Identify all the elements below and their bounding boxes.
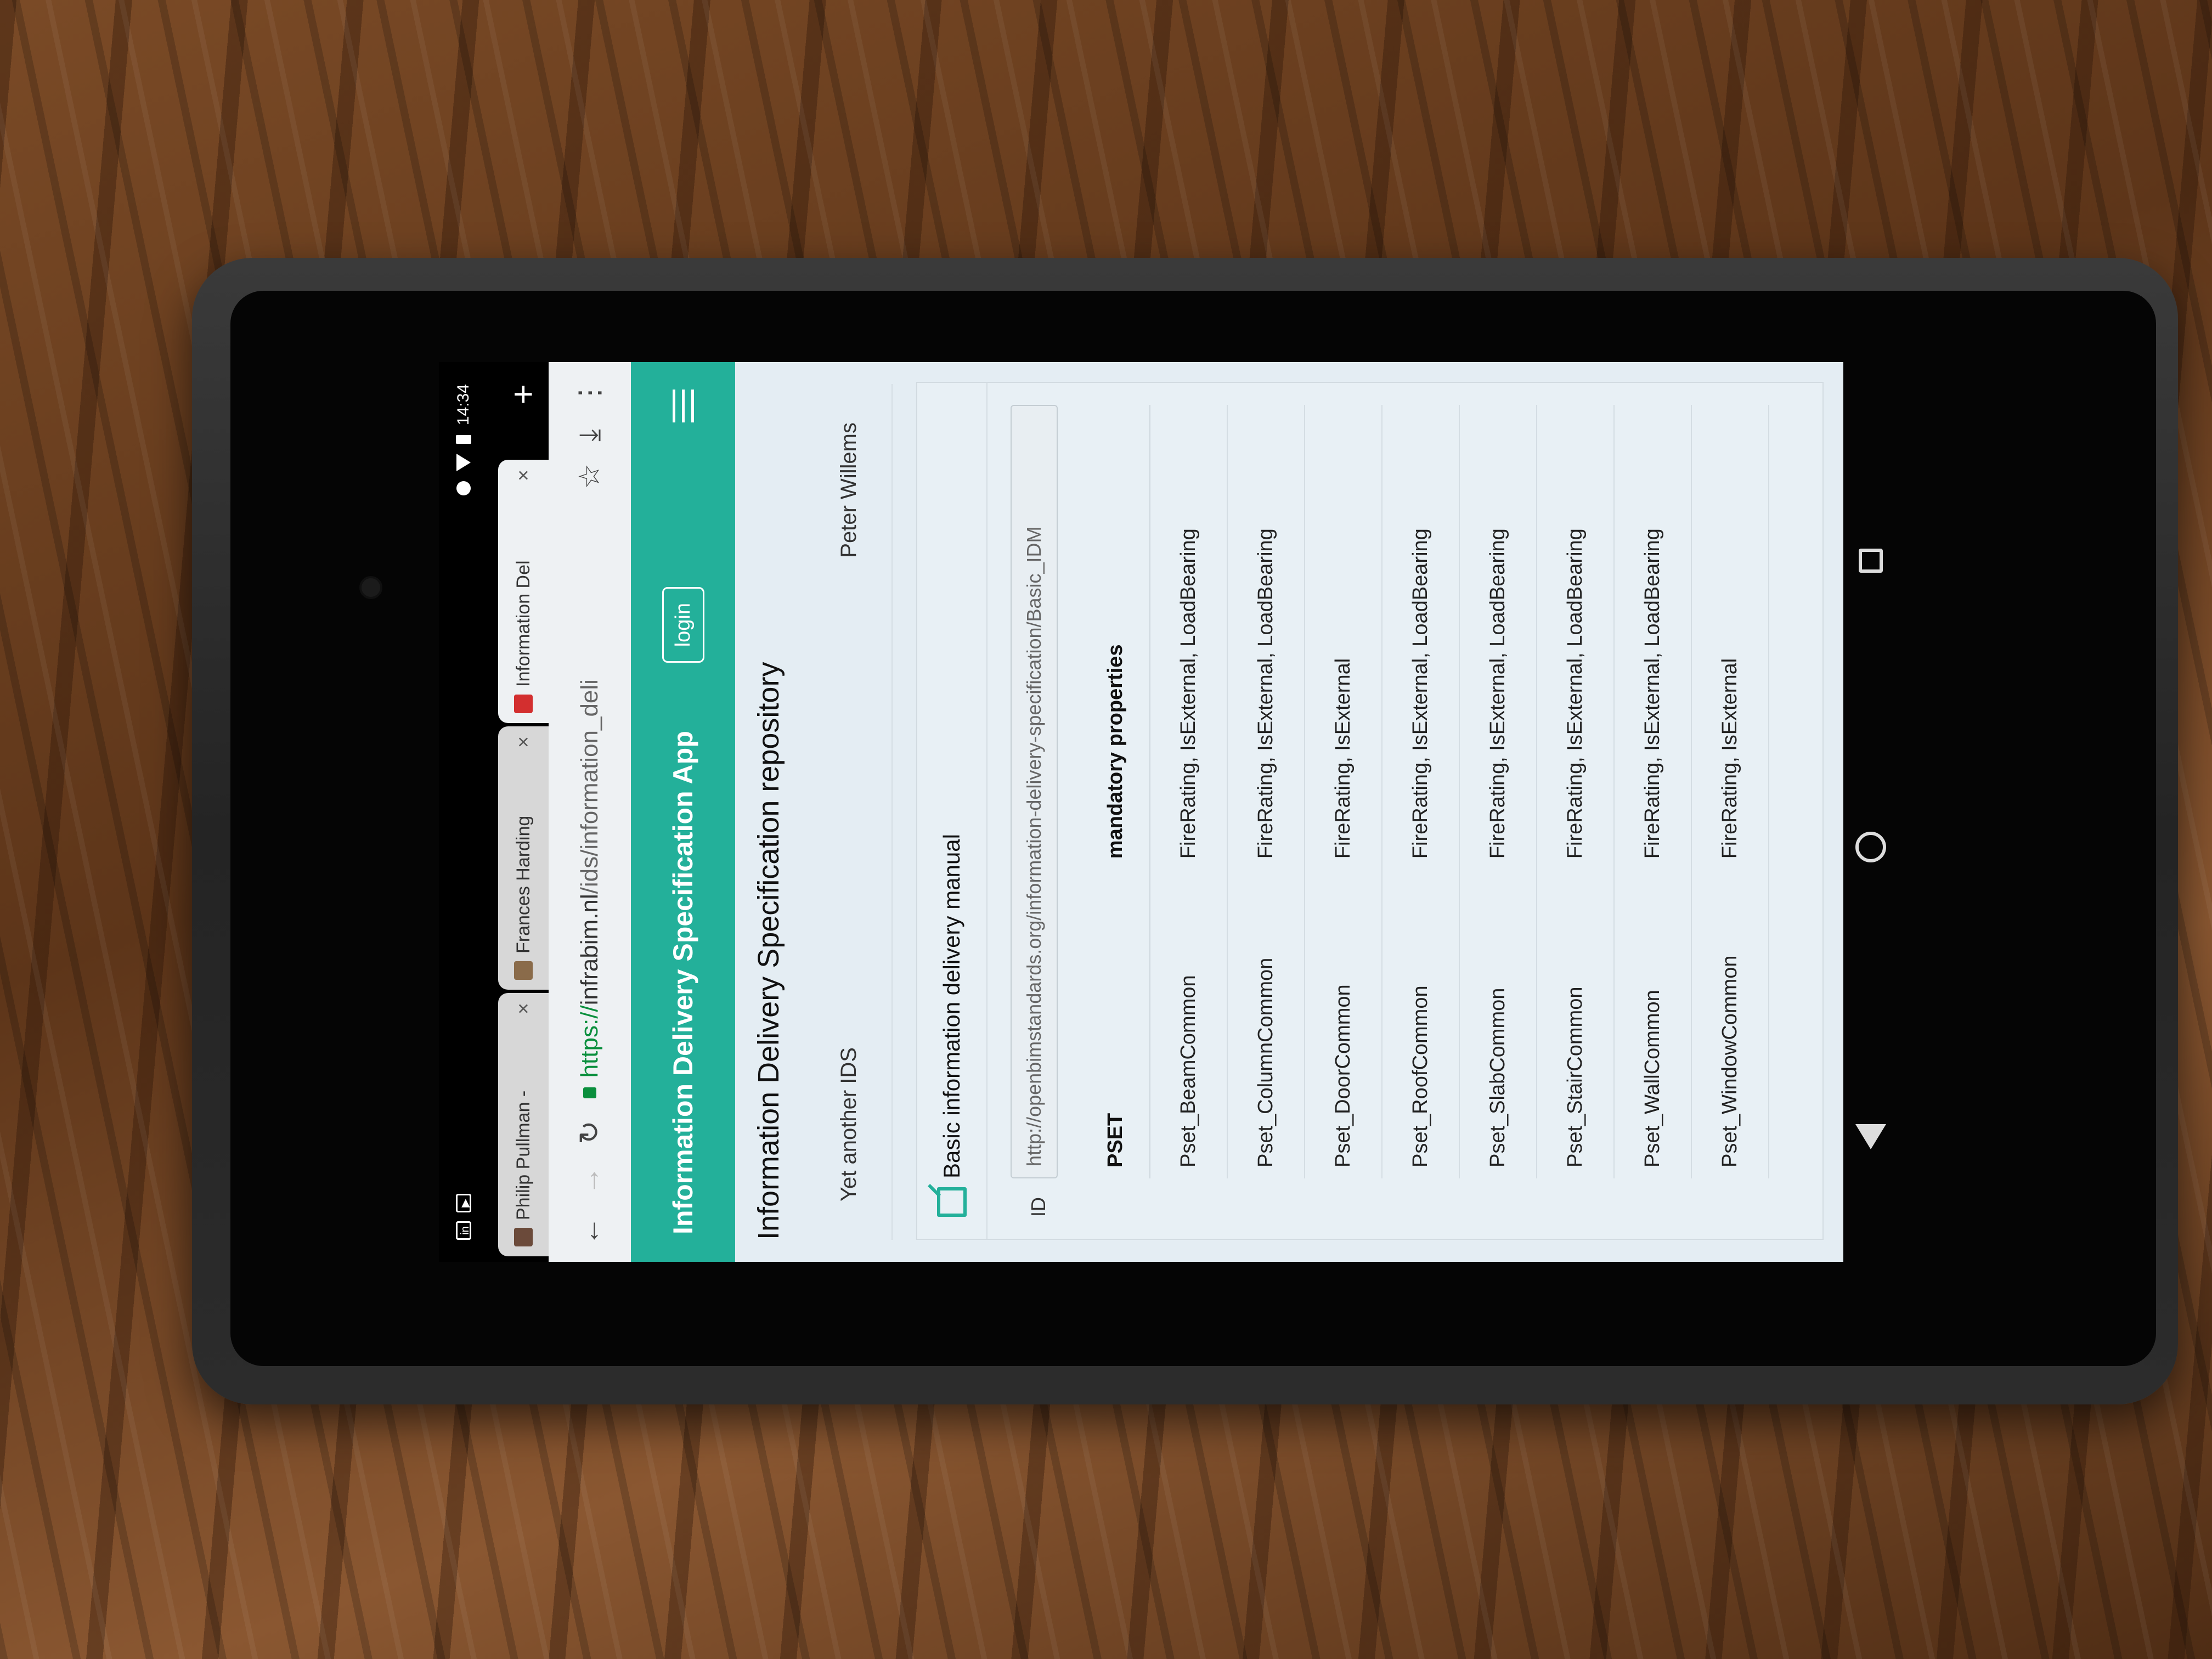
card-title: Basic information delivery manual xyxy=(939,834,964,1178)
linkedin-notification-icon: in xyxy=(456,1221,471,1240)
clock: 14:34 xyxy=(454,384,472,426)
tab-frances-harding[interactable]: Frances Harding × xyxy=(498,726,549,990)
id-field[interactable]: http://openbimstandards.org/information-… xyxy=(1011,405,1058,1178)
id-label: ID xyxy=(1027,1197,1049,1217)
youtube-notification-icon: ▶ xyxy=(456,1194,471,1212)
download-icon[interactable]: ⤓ xyxy=(573,429,607,442)
wifi-icon xyxy=(456,454,471,472)
app-title: Information Delivery Specification App xyxy=(668,731,698,1234)
tab-information-delivery[interactable]: Information Del × xyxy=(498,460,549,723)
column-header-pset: PSET xyxy=(1082,870,1150,1178)
table-row: Pset_WindowCommon FireRating, IsExternal xyxy=(1691,405,1769,1178)
hamburger-menu-icon[interactable] xyxy=(672,390,694,422)
idm-card: Basic information delivery manual ID htt… xyxy=(916,382,1824,1240)
pset-table: PSET mandatory properties Pset_BeamCommo… xyxy=(1082,405,1769,1178)
page-content: Information Delivery Specification repos… xyxy=(735,362,1843,1262)
close-icon[interactable]: × xyxy=(512,736,535,748)
card-header[interactable]: Basic information delivery manual xyxy=(917,383,988,1239)
table-row: Pset_BeamCommon FireRating, IsExternal, L… xyxy=(1150,405,1227,1178)
android-navigation-bar xyxy=(1832,549,1909,1152)
page-title: Information Delivery Specification repos… xyxy=(752,662,785,1240)
close-icon[interactable]: × xyxy=(512,1003,535,1014)
table-row: Pset_SlabCommon FireRating, IsExternal, L… xyxy=(1459,405,1537,1178)
status-bar: in ▶ 14:34 xyxy=(439,362,488,1262)
table-row: Pset_RoofCommon FireRating, IsExternal, L… xyxy=(1382,405,1459,1178)
close-icon[interactable]: × xyxy=(512,470,535,481)
column-header-mandatory-properties: mandatory properties xyxy=(1082,405,1150,870)
lock-icon xyxy=(583,1087,596,1099)
back-arrow-icon[interactable]: ← xyxy=(573,1217,606,1245)
reload-icon[interactable]: ↻ xyxy=(573,1120,606,1144)
app-header: Information Delivery Specification App l… xyxy=(631,362,735,1262)
do-not-disturb-icon xyxy=(456,481,471,496)
angular-favicon-icon xyxy=(514,695,533,713)
book-favicon-icon xyxy=(514,1228,533,1246)
table-row: Pset_DoorCommon FireRating, IsExternal xyxy=(1305,405,1382,1178)
url-field[interactable]: https://infrabim.nl/ids/information_deli xyxy=(576,511,603,1099)
browser-tab-strip: Philip Pullman - × Frances Harding × Inf… xyxy=(488,362,549,1262)
list-item[interactable]: Yet another IDS Peter Willems xyxy=(806,384,893,1240)
recents-button[interactable] xyxy=(1859,549,1883,573)
address-bar: ← → ↻ https://infrabim.nl/ids/informatio… xyxy=(549,362,631,1262)
book-favicon-icon xyxy=(514,961,533,980)
tablet-screen: in ▶ 14:34 Philip Pullman - × Frances Ha… xyxy=(439,362,1843,1262)
table-row: Pset_StairCommon FireRating, IsExternal, … xyxy=(1537,405,1614,1178)
rotated-screen-content: in ▶ 14:34 Philip Pullman - × Frances Ha… xyxy=(439,362,1843,1262)
more-menu-icon[interactable]: ⋮ xyxy=(573,379,606,407)
table-row: Pset_WallCommon FireRating, IsExternal, L… xyxy=(1614,405,1691,1178)
front-camera xyxy=(359,576,382,599)
battery-icon xyxy=(456,435,471,444)
new-tab-icon[interactable]: + xyxy=(503,384,543,404)
home-button[interactable] xyxy=(1855,832,1886,862)
forward-arrow-icon[interactable]: → xyxy=(573,1166,606,1195)
open-external-icon[interactable] xyxy=(937,1187,967,1217)
bookmark-star-icon[interactable]: ☆ xyxy=(573,464,606,489)
tab-philip-pullman[interactable]: Philip Pullman - × xyxy=(498,993,549,1256)
back-button[interactable] xyxy=(1855,1124,1886,1149)
login-button[interactable]: login xyxy=(662,587,704,663)
ids-list: Yet another IDS Peter Willems xyxy=(806,384,893,1240)
table-row: Pset_ColumnCommon FireRating, IsExternal,… xyxy=(1227,405,1305,1178)
